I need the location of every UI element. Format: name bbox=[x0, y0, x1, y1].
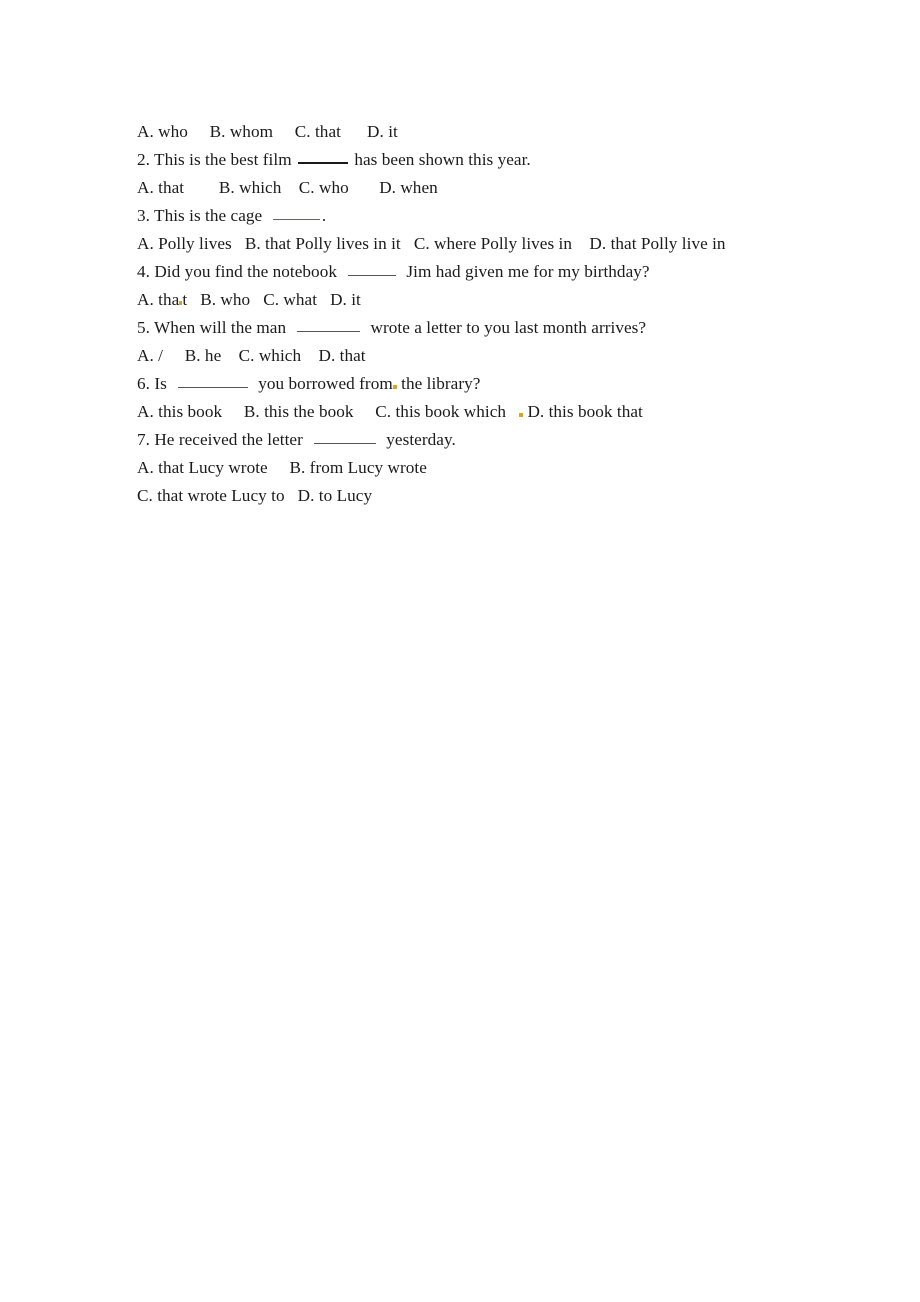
question-2-text-after: has been shown this year. bbox=[354, 150, 531, 169]
question-5: 5. When will the man wrote a letter to y… bbox=[137, 314, 877, 342]
option-a[interactable]: A. that Lucy wrote bbox=[137, 458, 268, 477]
option-d[interactable]: D. that Polly live in bbox=[589, 234, 725, 253]
question-2-text-before: 2. This is the best film bbox=[137, 150, 292, 169]
option-d[interactable]: D. it bbox=[367, 122, 398, 141]
option-d[interactable]: D. when bbox=[379, 178, 438, 197]
options-row-q5: A. / B. he C. which D. that bbox=[137, 342, 877, 370]
option-a[interactable]: A. this book bbox=[137, 402, 222, 421]
option-b[interactable]: B. this the book bbox=[244, 402, 354, 421]
option-c[interactable]: C. where Polly lives in bbox=[414, 234, 572, 253]
options-row-q4: A. tha t B. who C. what D. it bbox=[137, 286, 877, 314]
question-4-text-before: 4. Did you find the notebook bbox=[137, 262, 337, 281]
option-d[interactable]: D. it bbox=[330, 290, 361, 309]
option-a[interactable]: A. Polly lives bbox=[137, 234, 232, 253]
options-row-q7-top: A. that Lucy wrote B. from Lucy wrote bbox=[137, 454, 877, 482]
question-6-text-before: 6. Is bbox=[137, 374, 167, 393]
question-7-text-after: yesterday. bbox=[386, 430, 456, 449]
answer-blank-q3[interactable] bbox=[272, 206, 320, 220]
option-c[interactable]: C. that bbox=[295, 122, 341, 141]
question-3-text-before: 3. This is the cage bbox=[137, 206, 263, 225]
option-b[interactable]: B. that Polly lives in it bbox=[245, 234, 401, 253]
question-6: 6. Is you borrowed from the library? bbox=[137, 370, 877, 398]
scan-speck-icon bbox=[179, 301, 183, 305]
option-d[interactable]: D. this book that bbox=[527, 402, 642, 421]
options-row-q1: A. who B. whom C. that D. it bbox=[137, 118, 877, 146]
option-d[interactable]: D. to Lucy bbox=[298, 486, 373, 505]
question-5-text-before: 5. When will the man bbox=[137, 318, 287, 337]
option-a[interactable]: A. who bbox=[137, 122, 188, 141]
question-7: 7. He received the letter yesterday. bbox=[137, 426, 877, 454]
question-3: 3. This is the cage . bbox=[137, 202, 877, 230]
answer-blank-q4[interactable] bbox=[347, 262, 396, 276]
answer-blank-q5[interactable] bbox=[296, 318, 360, 332]
option-c[interactable]: C. who bbox=[299, 178, 349, 197]
question-2: 2. This is the best film has been shown … bbox=[137, 146, 877, 174]
options-row-q6: A. this book B. this the book C. this bo… bbox=[137, 398, 877, 426]
question-3-text-after: . bbox=[321, 206, 327, 225]
options-row-q2: A. that B. which C. who D. when bbox=[137, 174, 877, 202]
answer-blank-q2[interactable] bbox=[297, 149, 348, 164]
option-c[interactable]: C. that wrote Lucy to bbox=[137, 486, 285, 505]
option-a[interactable]: A. / bbox=[137, 346, 163, 365]
option-a[interactable]: A. that bbox=[137, 178, 184, 197]
scan-speck-icon bbox=[392, 385, 397, 389]
option-c[interactable]: C. what bbox=[263, 290, 317, 309]
worksheet-body: A. who B. whom C. that D. it 2. This is … bbox=[137, 118, 877, 510]
question-4-text-after: Jim had given me for my birthday? bbox=[406, 262, 650, 281]
answer-blank-q6[interactable] bbox=[177, 374, 248, 388]
question-7-text-before: 7. He received the letter bbox=[137, 430, 303, 449]
scan-speck-icon bbox=[519, 413, 524, 417]
option-d[interactable]: D. that bbox=[319, 346, 366, 365]
option-b[interactable]: B. who bbox=[200, 290, 250, 309]
question-6-text-after: the library? bbox=[401, 374, 481, 393]
option-c[interactable]: C. which bbox=[239, 346, 301, 365]
options-row-q7-bottom: C. that wrote Lucy to D. to Lucy bbox=[137, 482, 877, 510]
options-row-q3: A. Polly lives B. that Polly lives in it… bbox=[137, 230, 877, 258]
question-4: 4. Did you find the notebook Jim had giv… bbox=[137, 258, 877, 286]
option-c[interactable]: C. this book which bbox=[375, 402, 506, 421]
document-page: A. who B. whom C. that D. it 2. This is … bbox=[0, 0, 920, 1302]
option-b[interactable]: B. he bbox=[185, 346, 222, 365]
answer-blank-q7[interactable] bbox=[313, 430, 376, 444]
question-5-text-after: wrote a letter to you last month arrives… bbox=[370, 318, 647, 337]
option-a-prefix[interactable]: A. tha bbox=[137, 290, 179, 309]
option-b[interactable]: B. from Lucy wrote bbox=[289, 458, 426, 477]
option-b[interactable]: B. whom bbox=[210, 122, 273, 141]
option-b[interactable]: B. which bbox=[219, 178, 281, 197]
question-6-text-mid: you borrowed from bbox=[258, 374, 393, 393]
